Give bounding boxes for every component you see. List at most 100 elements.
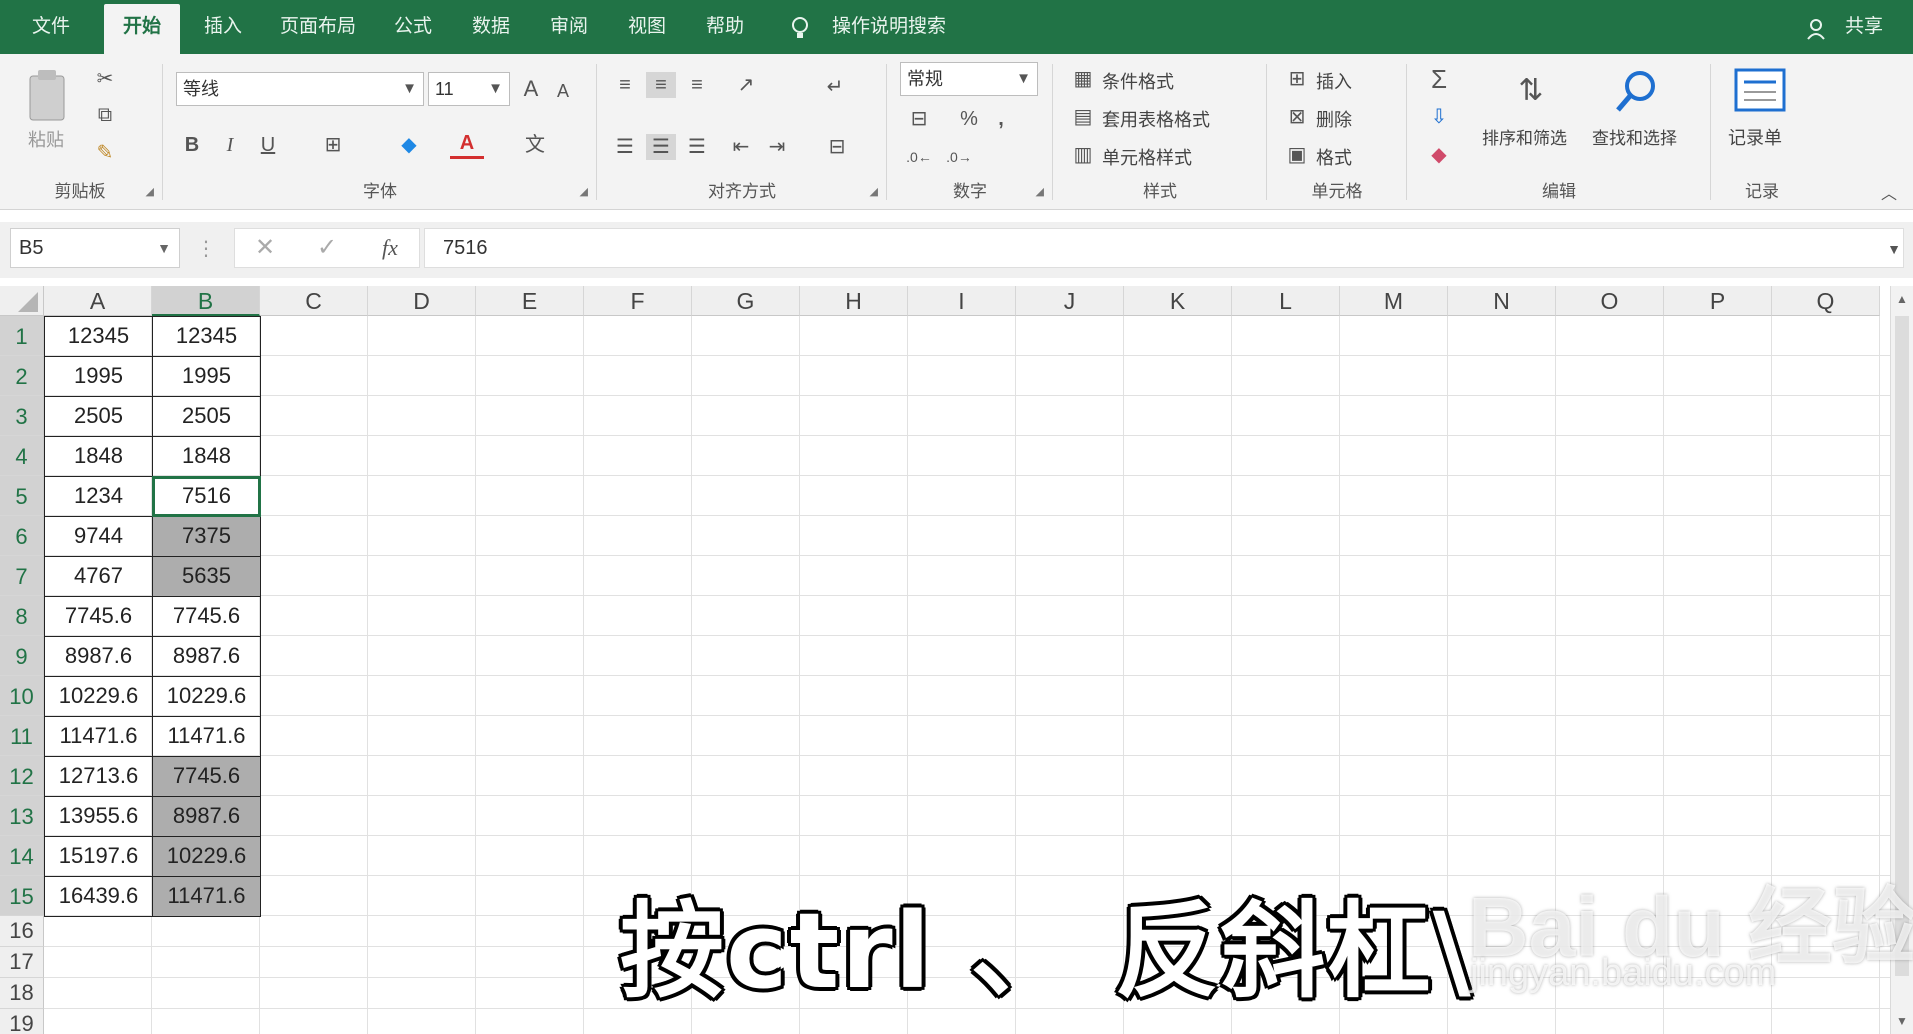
cell-a4[interactable]: 1848 bbox=[44, 436, 153, 477]
tab-help[interactable]: 帮助 bbox=[692, 12, 758, 42]
row-header-13[interactable]: 13 bbox=[0, 796, 44, 836]
clear-icon[interactable]: ◆ bbox=[1424, 142, 1454, 168]
format-as-table-button[interactable]: 套用表格格式 bbox=[1102, 106, 1210, 132]
cancel-icon[interactable]: ✕ bbox=[251, 235, 279, 261]
column-header-c[interactable]: C bbox=[260, 286, 368, 316]
number-launcher-icon[interactable]: ◢ bbox=[1036, 185, 1044, 198]
column-header-f[interactable]: F bbox=[584, 286, 692, 316]
row-header-17[interactable]: 17 bbox=[0, 947, 44, 978]
cell-b8[interactable]: 7745.6 bbox=[152, 596, 261, 637]
expand-formula-icon[interactable]: ▼ bbox=[1882, 236, 1906, 262]
cell-b6[interactable]: 7375 bbox=[152, 516, 261, 557]
select-all-corner[interactable] bbox=[0, 286, 44, 316]
cell-b15[interactable]: 11471.6 bbox=[152, 876, 261, 917]
column-header-p[interactable]: P bbox=[1664, 286, 1772, 316]
align-top-icon[interactable]: ≡ bbox=[610, 72, 640, 98]
accounting-format-icon[interactable]: ⊟ bbox=[904, 106, 934, 132]
column-header-e[interactable]: E bbox=[476, 286, 584, 316]
cell-a1[interactable]: 12345 bbox=[44, 316, 153, 357]
tab-view[interactable]: 视图 bbox=[614, 12, 680, 42]
insert-function-button[interactable]: fx bbox=[373, 235, 407, 261]
phonetic-guide-icon[interactable]: 文 bbox=[518, 132, 552, 158]
row-header-14[interactable]: 14 bbox=[0, 836, 44, 876]
column-header-d[interactable]: D bbox=[368, 286, 476, 316]
font-color-icon[interactable]: A bbox=[450, 130, 484, 159]
cell-b5[interactable]: 7516 bbox=[152, 476, 261, 517]
row-header-10[interactable]: 10 bbox=[0, 676, 44, 716]
tab-formulas[interactable]: 公式 bbox=[380, 12, 446, 42]
autosum-icon[interactable]: Σ bbox=[1424, 66, 1454, 92]
cell-b3[interactable]: 2505 bbox=[152, 396, 261, 437]
increase-font-icon[interactable]: A bbox=[516, 76, 546, 102]
font-name-combo[interactable]: 等线 ▼ bbox=[176, 72, 424, 106]
row-header-11[interactable]: 11 bbox=[0, 716, 44, 756]
find-select-button[interactable]: 查找和选择 bbox=[1592, 124, 1677, 149]
font-launcher-icon[interactable]: ◢ bbox=[580, 185, 588, 198]
cell-b9[interactable]: 8987.6 bbox=[152, 636, 261, 677]
cell-a11[interactable]: 11471.6 bbox=[44, 716, 153, 757]
column-header-i[interactable]: I bbox=[908, 286, 1016, 316]
delete-cells-button[interactable]: 删除 bbox=[1316, 106, 1352, 132]
tab-home[interactable]: 开始 bbox=[104, 4, 180, 54]
align-bottom-icon[interactable]: ≡ bbox=[682, 72, 712, 98]
row-header-16[interactable]: 16 bbox=[0, 916, 44, 947]
cell-b7[interactable]: 5635 bbox=[152, 556, 261, 597]
tab-file[interactable]: 文件 bbox=[18, 12, 84, 42]
tab-insert[interactable]: 插入 bbox=[190, 12, 256, 42]
column-header-b[interactable]: B bbox=[152, 286, 260, 316]
align-middle-icon[interactable]: ≡ bbox=[646, 72, 676, 98]
row-header-9[interactable]: 9 bbox=[0, 636, 44, 676]
collapse-ribbon-icon[interactable]: ︿ bbox=[1876, 182, 1902, 208]
insert-cells-button[interactable]: 插入 bbox=[1316, 68, 1352, 94]
align-left-icon[interactable]: ☰ bbox=[610, 134, 640, 160]
column-header-o[interactable]: O bbox=[1556, 286, 1664, 316]
cell-a15[interactable]: 16439.6 bbox=[44, 876, 153, 917]
column-header-h[interactable]: H bbox=[800, 286, 908, 316]
row-header-15[interactable]: 15 bbox=[0, 876, 44, 916]
cut-icon[interactable]: ✂ bbox=[92, 66, 118, 92]
column-header-j[interactable]: J bbox=[1016, 286, 1124, 316]
row-header-19[interactable]: 19 bbox=[0, 1009, 44, 1034]
formula-input[interactable]: 7516 bbox=[424, 228, 1904, 268]
cell-a5[interactable]: 1234 bbox=[44, 476, 153, 517]
column-header-g[interactable]: G bbox=[692, 286, 800, 316]
sort-filter-button[interactable]: 排序和筛选 bbox=[1482, 124, 1567, 149]
font-size-combo[interactable]: 11 ▼ bbox=[428, 72, 510, 106]
row-header-6[interactable]: 6 bbox=[0, 516, 44, 556]
tell-me-search[interactable]: 操作说明搜索 bbox=[832, 12, 946, 42]
cell-a12[interactable]: 12713.6 bbox=[44, 756, 153, 797]
align-right-icon[interactable]: ☰ bbox=[682, 134, 712, 160]
cell-b13[interactable]: 8987.6 bbox=[152, 796, 261, 837]
decrease-font-icon[interactable]: A bbox=[548, 78, 578, 104]
borders-icon[interactable]: ⊞ bbox=[316, 132, 350, 158]
increase-decimal-icon[interactable]: .0← bbox=[904, 144, 934, 170]
copy-icon[interactable]: ⧉ bbox=[92, 102, 118, 128]
row-header-7[interactable]: 7 bbox=[0, 556, 44, 596]
orientation-icon[interactable]: ↗ bbox=[726, 72, 766, 98]
column-header-a[interactable]: A bbox=[44, 286, 152, 316]
cell-a6[interactable]: 9744 bbox=[44, 516, 153, 557]
row-header-1[interactable]: 1 bbox=[0, 316, 44, 356]
paste-label[interactable]: 粘贴 bbox=[28, 126, 64, 152]
row-header-3[interactable]: 3 bbox=[0, 396, 44, 436]
tab-data[interactable]: 数据 bbox=[458, 12, 524, 42]
row-header-12[interactable]: 12 bbox=[0, 756, 44, 796]
alignment-launcher-icon[interactable]: ◢ bbox=[870, 185, 878, 198]
italic-button[interactable]: I bbox=[216, 132, 244, 158]
cell-b4[interactable]: 1848 bbox=[152, 436, 261, 477]
decrease-decimal-icon[interactable]: .0→ bbox=[944, 144, 974, 170]
name-box[interactable]: B5 ▼ bbox=[10, 228, 180, 268]
paste-icon[interactable] bbox=[26, 68, 70, 124]
cell-a9[interactable]: 8987.6 bbox=[44, 636, 153, 677]
clipboard-launcher-icon[interactable]: ◢ bbox=[146, 185, 154, 198]
bold-button[interactable]: B bbox=[178, 132, 206, 158]
cell-b1[interactable]: 12345 bbox=[152, 316, 261, 357]
cell-a13[interactable]: 13955.6 bbox=[44, 796, 153, 837]
cell-b10[interactable]: 10229.6 bbox=[152, 676, 261, 717]
conditional-formatting-button[interactable]: 条件格式 bbox=[1102, 68, 1174, 94]
row-header-18[interactable]: 18 bbox=[0, 978, 44, 1009]
underline-button[interactable]: U bbox=[254, 132, 282, 158]
cell-b12[interactable]: 7745.6 bbox=[152, 756, 261, 797]
cell-b14[interactable]: 10229.6 bbox=[152, 836, 261, 877]
cell-a2[interactable]: 1995 bbox=[44, 356, 153, 397]
